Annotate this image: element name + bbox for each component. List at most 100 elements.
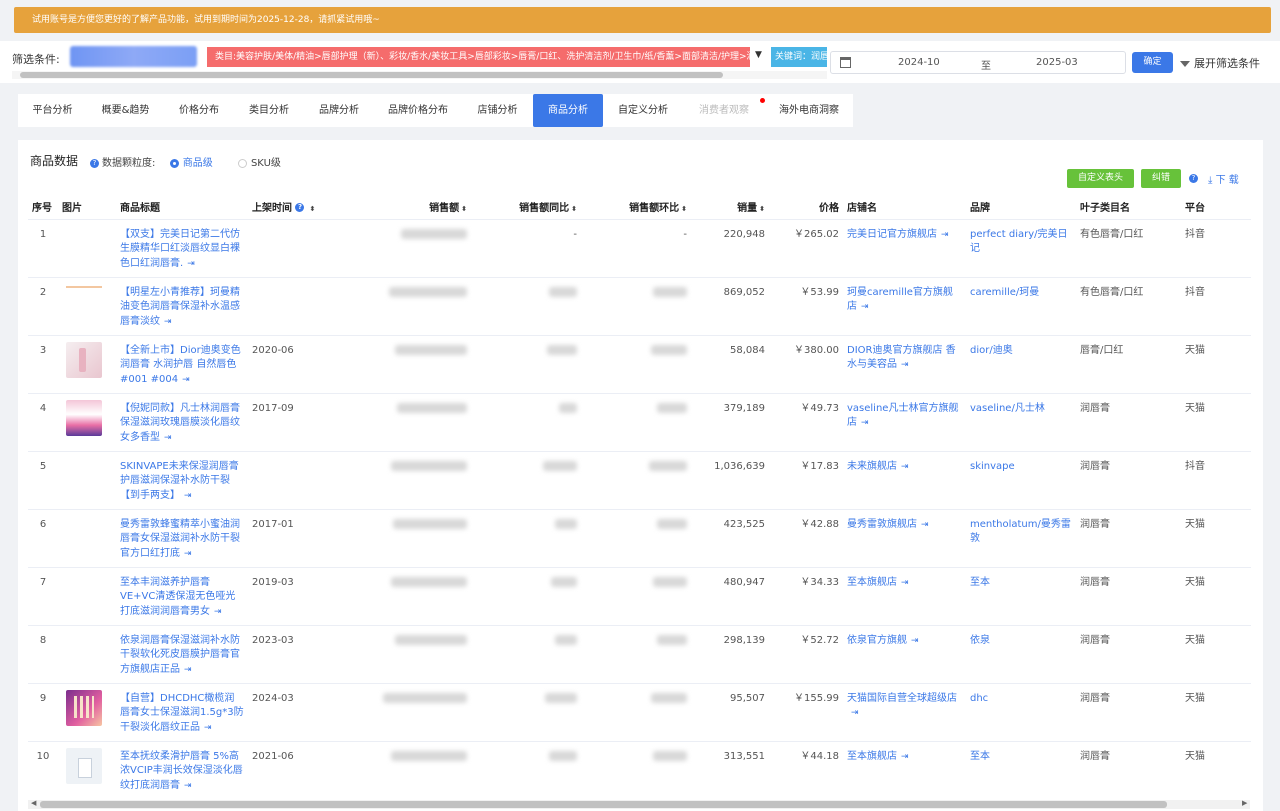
brand-cell[interactable]: 依泉: [966, 625, 1076, 684]
radio-sku-label[interactable]: SKU级: [251, 158, 281, 169]
title-cell[interactable]: 依泉润唇膏保湿滋润补水防干裂软化死皮唇膜护唇膏官方旗舰店正品 ⇥: [116, 625, 248, 684]
brand-link[interactable]: 依泉: [970, 635, 990, 646]
brand-cell[interactable]: caremille/珂曼: [966, 277, 1076, 336]
external-link-icon[interactable]: ⇥: [204, 723, 212, 733]
external-link-icon[interactable]: ⇥: [184, 665, 192, 675]
external-link-icon[interactable]: ⇥: [851, 708, 859, 718]
tab-platform[interactable]: 平台分析: [18, 94, 87, 127]
help-icon[interactable]: ?: [1189, 174, 1198, 183]
product-title-link[interactable]: 【双支】完美日记第二代仿生膜精华口红淡唇纹显白裸色口红润唇膏.: [120, 229, 240, 269]
brand-link[interactable]: perfect diary/完美日记: [970, 229, 1068, 255]
filter-dropdown-icon[interactable]: ▼: [755, 50, 762, 60]
brand-link[interactable]: vaseline/凡士林: [970, 403, 1045, 414]
tab-category[interactable]: 类目分析: [234, 94, 304, 127]
radio-product-level[interactable]: [169, 158, 179, 168]
category-filter-tag[interactable]: 类目:美容护肤/美体/精油>唇部护理（新）、彩妆/香水/美妆工具>唇部彩妆>唇膏…: [207, 47, 750, 67]
brand-cell[interactable]: perfect diary/完美日记: [966, 219, 1076, 278]
title-cell[interactable]: 曼秀雷敦蜂蜜精萃小蜜油润唇膏女保湿滋润补水防干裂官方口红打底 ⇥: [116, 509, 248, 568]
col-yoy[interactable]: 销售额同比 ⬍: [471, 194, 581, 220]
table-row[interactable]: 5 SKINVAPE未来保湿润唇膏护唇滋润保湿补水防干裂【到手两支】 ⇥ 1,036,…: [28, 451, 1251, 510]
date-start[interactable]: 2024-10: [898, 57, 940, 68]
external-link-icon[interactable]: ⇥: [901, 752, 909, 762]
external-link-icon[interactable]: ⇥: [182, 375, 190, 385]
brand-link[interactable]: skinvape: [970, 461, 1015, 472]
external-link-icon[interactable]: ⇥: [184, 781, 192, 791]
date-end[interactable]: 2025-03: [1036, 57, 1078, 68]
radio-product-label[interactable]: 商品级: [183, 158, 213, 169]
redacted-filter-chip[interactable]: [70, 46, 197, 67]
tab-custom[interactable]: 自定义分析: [603, 94, 683, 127]
product-title-link[interactable]: 【全新上市】Dior迪奥变色润唇膏 水润护唇 自然唇色 #001 #004: [120, 345, 241, 385]
product-image[interactable]: [66, 285, 102, 288]
external-link-icon[interactable]: ⇥: [921, 520, 929, 530]
store-cell[interactable]: 曼秀雷敦旗舰店 ⇥: [843, 509, 966, 568]
product-image[interactable]: [66, 747, 102, 784]
sort-icon[interactable]: ⬍: [681, 205, 687, 213]
store-link[interactable]: 未来旗舰店: [847, 461, 897, 472]
title-cell[interactable]: 【明星左小青推荐】珂曼精油变色润唇膏保湿补水温感唇膏淡纹 ⇥: [116, 277, 248, 336]
store-link[interactable]: 曼秀雷敦旗舰店: [847, 519, 917, 530]
table-row[interactable]: 10 至本抚纹柔滑护唇膏 5%高浓VCIP丰润长效保湿淡化唇纹打底润唇膏 ⇥ 2021…: [28, 741, 1251, 799]
external-link-icon[interactable]: ⇥: [941, 230, 949, 240]
table-row[interactable]: 4 【倪妮同款】凡士林润唇膏保湿滋润玫瑰唇膜淡化唇纹女多香型 ⇥ 2017-09 379…: [28, 393, 1251, 452]
tab-overview[interactable]: 概要&趋势: [87, 94, 164, 127]
store-cell[interactable]: 天猫国际自营全球超级店 ⇥: [843, 683, 966, 742]
store-link[interactable]: 依泉官方旗舰: [847, 635, 907, 646]
date-range-picker[interactable]: 2024-10 至 2025-03: [830, 51, 1126, 74]
store-cell[interactable]: 完美日记官方旗舰店 ⇥: [843, 219, 966, 278]
help-icon[interactable]: ?: [90, 158, 99, 168]
external-link-icon[interactable]: ⇥: [187, 259, 195, 269]
scroll-left-icon[interactable]: ◀: [31, 799, 36, 807]
sort-icon[interactable]: ⬍: [461, 205, 467, 213]
col-launch[interactable]: 上架时间 ? ⬍: [248, 194, 338, 220]
scroll-right-icon[interactable]: ▶: [1242, 799, 1247, 807]
external-link-icon[interactable]: ⇥: [861, 418, 869, 428]
confirm-button[interactable]: 确定: [1132, 52, 1173, 73]
external-link-icon[interactable]: ⇥: [911, 636, 919, 646]
sort-icon[interactable]: ⬍: [571, 205, 577, 213]
col-volume[interactable]: 销量 ⬍: [691, 194, 769, 220]
product-title-link[interactable]: 至本抚纹柔滑护唇膏 5%高浓VCIP丰润长效保湿淡化唇纹打底润唇膏: [120, 751, 243, 791]
help-icon[interactable]: ?: [295, 203, 305, 213]
external-link-icon[interactable]: ⇥: [164, 317, 172, 327]
table-row[interactable]: 2 【明星左小青推荐】珂曼精油变色润唇膏保湿补水温感唇膏淡纹 ⇥ 869,052 ￥53…: [28, 277, 1251, 336]
brand-link[interactable]: 至本: [970, 577, 990, 588]
product-title-link[interactable]: 【自营】DHCDHC橄榄润唇膏女士保湿滋润1.5g*3防干裂淡化唇纹正品: [120, 693, 244, 733]
filter-scrollbar-thumb[interactable]: [20, 72, 723, 78]
brand-link[interactable]: mentholatum/曼秀雷敦: [970, 519, 1071, 545]
product-image[interactable]: [66, 399, 102, 436]
brand-link[interactable]: dior/迪奥: [970, 345, 1013, 356]
keyword-filter-tag[interactable]: 关键词：润唇: [771, 47, 827, 67]
product-title-link[interactable]: 曼秀雷敦蜂蜜精萃小蜜油润唇膏女保湿滋润补水防干裂官方口红打底: [120, 519, 240, 559]
product-title-link[interactable]: 【倪妮同款】凡士林润唇膏保湿滋润玫瑰唇膜淡化唇纹女多香型: [120, 403, 240, 443]
table-scrollbar-thumb[interactable]: [40, 801, 1167, 808]
sort-icon[interactable]: ⬍: [759, 205, 765, 213]
external-link-icon[interactable]: ⇥: [901, 360, 909, 370]
product-image[interactable]: [66, 689, 102, 726]
store-cell[interactable]: vaseline凡士林官方旗舰店 ⇥: [843, 393, 966, 452]
brand-cell[interactable]: mentholatum/曼秀雷敦: [966, 509, 1076, 568]
brand-cell[interactable]: 至本: [966, 741, 1076, 799]
external-link-icon[interactable]: ⇥: [164, 433, 172, 443]
title-cell[interactable]: SKINVAPE未来保湿润唇膏护唇滋润保湿补水防干裂【到手两支】 ⇥: [116, 451, 248, 510]
store-link[interactable]: 完美日记官方旗舰店: [847, 229, 937, 240]
product-image[interactable]: [66, 341, 102, 378]
tab-overseas[interactable]: 海外电商洞察: [765, 94, 853, 127]
tab-store[interactable]: 店铺分析: [462, 94, 533, 127]
store-link[interactable]: 至本旗舰店: [847, 577, 897, 588]
sort-icon[interactable]: ⬍: [309, 205, 315, 213]
product-title-link[interactable]: SKINVAPE未来保湿润唇膏护唇滋润保湿补水防干裂【到手两支】: [120, 461, 239, 501]
tab-brand-price[interactable]: 品牌价格分布: [374, 94, 462, 127]
external-link-icon[interactable]: ⇥: [184, 491, 192, 501]
store-cell[interactable]: 未来旗舰店 ⇥: [843, 451, 966, 510]
brand-cell[interactable]: dior/迪奥: [966, 335, 1076, 394]
store-cell[interactable]: 依泉官方旗舰 ⇥: [843, 625, 966, 684]
external-link-icon[interactable]: ⇥: [184, 549, 192, 559]
store-cell[interactable]: 珂曼caremille官方旗舰店 ⇥: [843, 277, 966, 336]
external-link-icon[interactable]: ⇥: [901, 462, 909, 472]
tab-brand[interactable]: 品牌分析: [304, 94, 374, 127]
table-row[interactable]: 1 【双支】完美日记第二代仿生膜精华口红淡唇纹显白裸色口红润唇膏. ⇥ - -220,9…: [28, 219, 1251, 278]
external-link-icon[interactable]: ⇥: [861, 302, 869, 312]
brand-cell[interactable]: skinvape: [966, 451, 1076, 510]
table-row[interactable]: 7 至本丰润滋养护唇膏VE+VC清透保湿无色哑光打底滋润润唇膏男女 ⇥ 2019-03…: [28, 567, 1251, 626]
